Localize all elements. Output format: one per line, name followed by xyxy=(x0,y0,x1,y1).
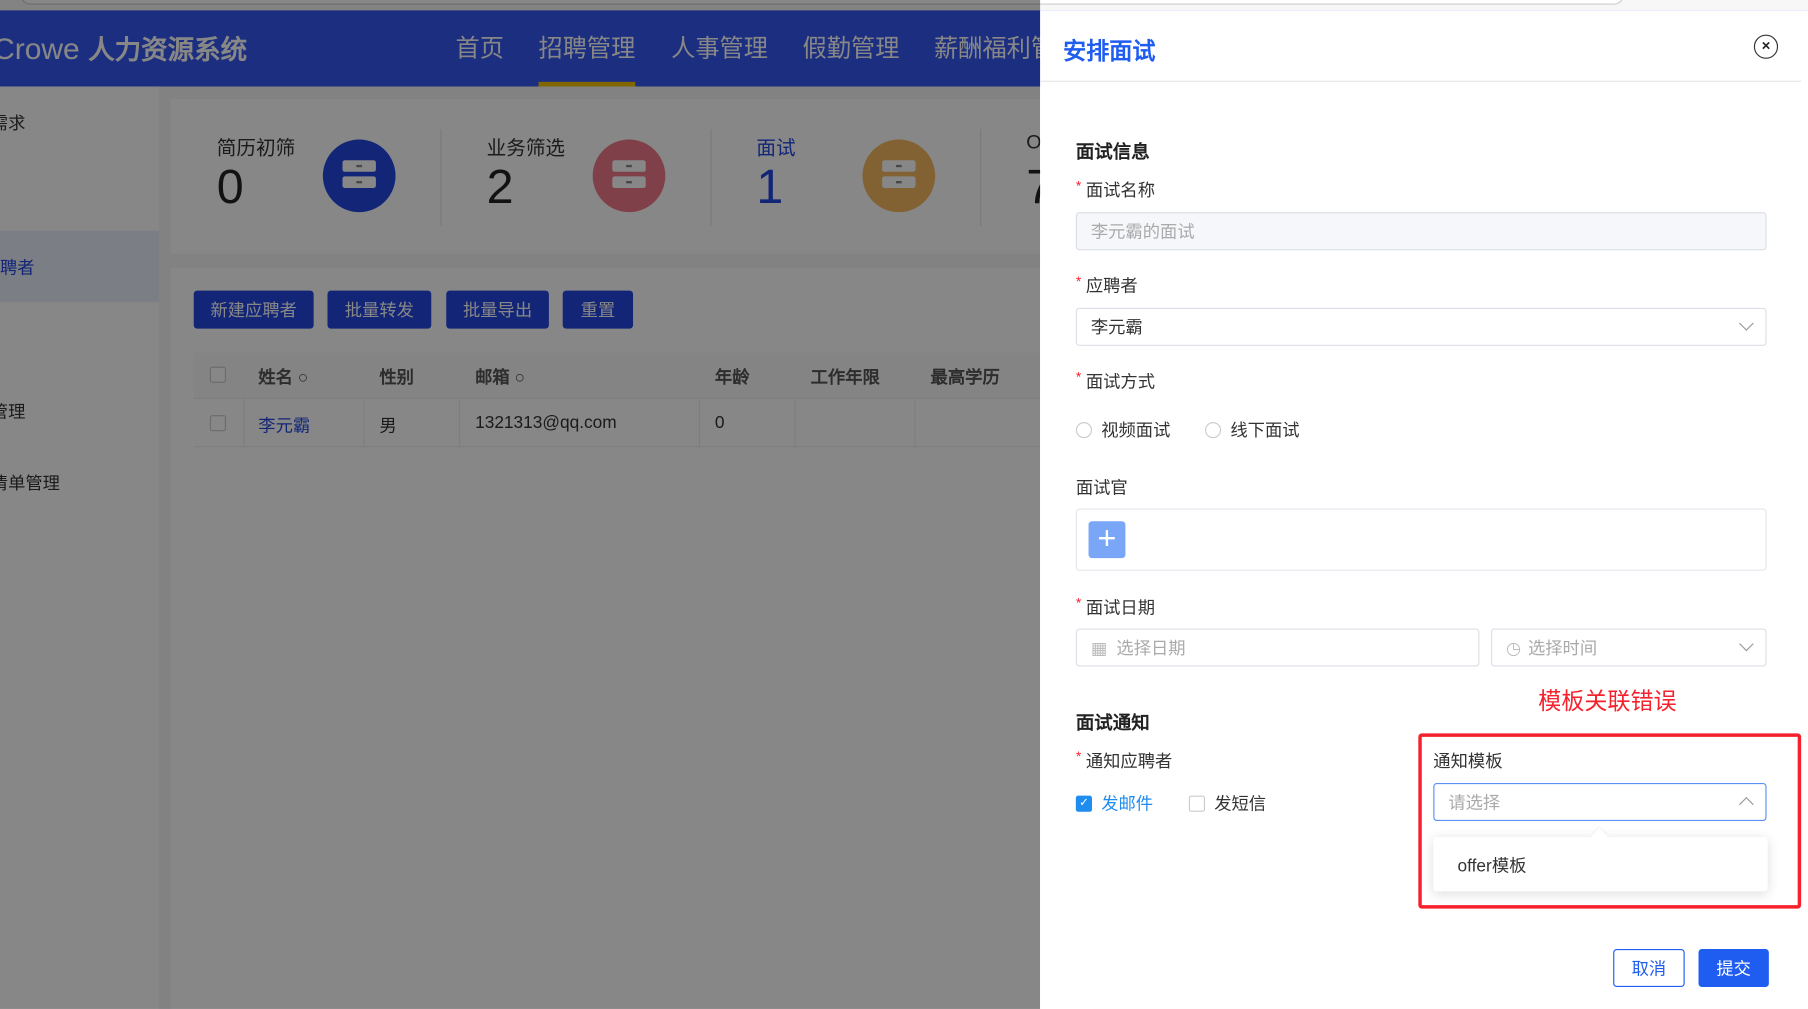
cancel-button[interactable]: 取消 xyxy=(1613,949,1685,988)
annotation-text: 模板关联错误 xyxy=(1538,689,1677,715)
template-label: 通知模板 xyxy=(1433,751,1503,772)
method-label: * 面试方式 xyxy=(1075,368,1156,393)
interview-name-label: * 面试名称 xyxy=(1075,177,1156,201)
template-select[interactable]: 请选择 xyxy=(1433,782,1767,822)
notify-label: * 通知应聘者 xyxy=(1075,748,1173,772)
modal-overlay[interactable] xyxy=(0,0,1041,1009)
radio-offline[interactable]: 线下面试 xyxy=(1204,417,1300,441)
check-icon: ✓ xyxy=(1075,795,1092,812)
interviewer-box xyxy=(1075,508,1767,571)
applicant-label: * 应聘者 xyxy=(1075,273,1138,297)
submit-button[interactable]: 提交 xyxy=(1698,949,1769,988)
calendar-icon: ▦ xyxy=(1090,638,1108,658)
divider xyxy=(1040,80,1802,82)
date-label: * 面试日期 xyxy=(1075,594,1156,619)
email-checkbox[interactable]: ✓ 发邮件 xyxy=(1075,791,1153,815)
sms-checkbox[interactable]: 发短信 xyxy=(1188,791,1266,815)
chevron-up-icon xyxy=(1739,796,1754,812)
section-interview-info: 面试信息 xyxy=(1075,142,1150,163)
chevron-down-icon xyxy=(1739,636,1754,652)
interviewer-label: 面试官 xyxy=(1075,478,1128,499)
section-notice: 面试通知 xyxy=(1075,713,1150,734)
clock-icon: ◷ xyxy=(1505,638,1522,658)
close-icon[interactable]: × xyxy=(1753,34,1779,59)
add-interviewer-icon[interactable]: + xyxy=(1088,521,1126,559)
time-picker[interactable]: ◷ 选择时间 xyxy=(1490,628,1767,667)
template-option-offer[interactable]: offer模板 xyxy=(1458,853,1527,877)
chevron-down-icon xyxy=(1739,316,1754,331)
date-picker[interactable]: ▦ 选择日期 xyxy=(1075,628,1480,667)
drawer-title: 安排面试 xyxy=(1063,39,1156,65)
radio-video[interactable]: 视频面试 xyxy=(1075,417,1170,441)
interview-name-input[interactable]: 李元霸的面试 xyxy=(1075,212,1767,251)
applicant-select[interactable]: 李元霸 xyxy=(1075,307,1767,346)
